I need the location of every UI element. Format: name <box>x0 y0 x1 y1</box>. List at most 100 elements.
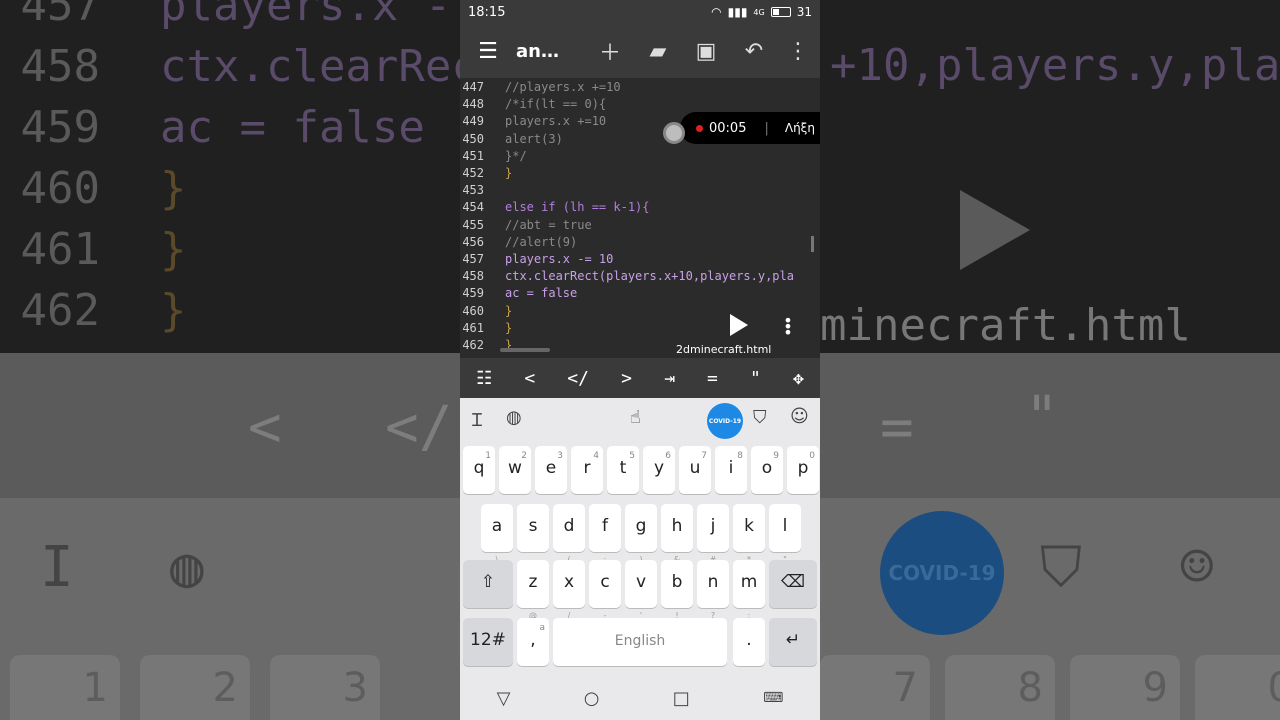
key-label: k <box>744 516 754 536</box>
symbols-key[interactable]: 12# <box>463 618 513 666</box>
letter-key[interactable]: z @ <box>517 560 549 620</box>
letter-key[interactable]: d( <box>553 504 585 564</box>
code-line: 447 //players.x +=10 <box>460 80 820 97</box>
symbol-bar: ☷ < </ > ⇥ = " ✥ <box>460 358 820 398</box>
background-key: 2 <box>140 655 250 720</box>
letter-key[interactable]: a\ <box>481 504 513 564</box>
letter-key[interactable]: w2 <box>499 446 531 494</box>
recorder-divider: | <box>764 120 769 136</box>
letter-key[interactable]: j# <box>697 504 729 564</box>
letter-key[interactable]: s_ <box>517 504 549 564</box>
letter-key[interactable]: e3 <box>535 446 567 494</box>
shift-key[interactable]: ⇧ <box>463 560 513 608</box>
letter-key[interactable]: v ' <box>625 560 657 620</box>
letter-key[interactable]: t5 <box>607 446 639 494</box>
symbol-key[interactable]: ⇥ <box>664 368 675 389</box>
letter-key[interactable]: c- <box>589 560 621 620</box>
letter-key[interactable]: y6 <box>643 446 675 494</box>
globe-icon[interactable]: ◍ <box>506 407 522 428</box>
home-icon[interactable]: ○ <box>584 688 600 709</box>
navigation-bar: ▽ ○ □ ⌨ <box>460 676 820 720</box>
letter-key[interactable]: h& <box>661 504 693 564</box>
key-label: f <box>602 516 608 536</box>
wifi-icon: ◠ <box>711 5 722 19</box>
letter-key[interactable]: b! <box>661 560 693 620</box>
file-title[interactable]: an… <box>516 41 586 62</box>
code-line: 455 //abt = true <box>460 218 820 235</box>
symbol-key[interactable]: = <box>707 368 718 389</box>
letter-key[interactable]: i8 <box>715 446 747 494</box>
letter-key[interactable]: m; <box>733 560 765 620</box>
move-cursor-icon[interactable]: ✥ <box>793 368 804 389</box>
run-play-icon[interactable] <box>730 314 748 336</box>
key-label: b <box>671 572 683 592</box>
key-label: e <box>545 458 557 478</box>
key-hint: 8 <box>737 451 743 461</box>
overflow-menu-icon[interactable]: ⋮ <box>778 39 818 64</box>
space-key[interactable]: English <box>553 618 727 666</box>
line-text: alert(3) <box>505 131 563 146</box>
app-toolbar: ☰ an… ＋ ▰ ▣ ↶ ⋮ <box>460 24 820 78</box>
code-line: 456 //alert(9) <box>460 235 820 252</box>
key-hint: 5 <box>629 451 635 461</box>
symbol-key[interactable]: </ <box>567 368 589 389</box>
symbol-key[interactable]: < <box>524 368 535 389</box>
line-number: 461 <box>462 320 484 335</box>
period-key[interactable]: . <box>733 618 765 666</box>
keyboard-switch-icon[interactable]: ⌨ <box>763 690 783 706</box>
backspace-key[interactable]: ⌫ <box>769 560 817 608</box>
theme-shirt-icon[interactable]: ⛉ <box>753 407 767 428</box>
enter-key[interactable]: ↵ <box>769 618 817 666</box>
letter-key[interactable]: o9 <box>751 446 783 494</box>
key-label: n <box>707 572 719 592</box>
letter-key[interactable]: k* <box>733 504 765 564</box>
letter-key[interactable]: f: <box>589 504 621 564</box>
line-number: 459 <box>462 286 484 301</box>
key-label: ⇧ <box>480 572 496 592</box>
comma-key[interactable]: ,a <box>517 618 549 666</box>
background-line-number: 457 <box>20 0 100 31</box>
symbol-key[interactable]: " <box>750 368 761 389</box>
key-label: x <box>563 572 575 592</box>
symbol-key[interactable]: > <box>621 368 632 389</box>
menu-icon[interactable]: ☰ <box>460 39 516 64</box>
letter-key[interactable]: g) <box>625 504 657 564</box>
line-number: 449 <box>462 114 484 129</box>
line-number: 448 <box>462 97 484 112</box>
letter-key[interactable]: p0 <box>787 446 819 494</box>
line-text: //players.x +=10 <box>505 80 621 94</box>
file-options-icon[interactable]: • • • <box>783 313 793 341</box>
letter-key[interactable]: x / <box>553 560 585 620</box>
key-label: a <box>491 516 503 536</box>
recents-icon[interactable]: □ <box>673 688 690 709</box>
key-label: English <box>614 633 666 649</box>
stop-recording-button[interactable]: Λήξη <box>785 121 815 135</box>
key-label: j <box>710 516 716 536</box>
text-cursor-icon[interactable]: Ɪ <box>472 408 482 432</box>
letter-key[interactable]: u7 <box>679 446 711 494</box>
background-line-number: 461 <box>20 224 100 275</box>
battery-icon <box>770 7 791 17</box>
letter-key[interactable]: l" <box>769 504 801 564</box>
vertical-scrollbar[interactable] <box>811 236 814 252</box>
key-label: d <box>563 516 575 536</box>
letter-key[interactable]: q1 <box>463 446 495 494</box>
code-line: 461} <box>460 321 820 338</box>
add-file-icon[interactable]: ＋ <box>586 35 634 67</box>
toggle-panel-icon[interactable]: ☷ <box>476 368 492 389</box>
save-icon[interactable]: ▣ <box>682 39 730 64</box>
line-number: 454 <box>462 200 484 215</box>
undo-icon[interactable]: ↶ <box>730 39 778 64</box>
back-icon[interactable]: ▽ <box>497 688 511 709</box>
horizontal-scrollbar[interactable] <box>500 348 550 352</box>
open-folder-icon[interactable]: ▰ <box>634 39 682 64</box>
touch-hand-icon[interactable]: ☝ <box>630 407 641 428</box>
letter-key[interactable]: n? <box>697 560 729 620</box>
background-line-number: 460 <box>20 163 100 214</box>
line-text: ctx.clearRect(players.x+10,players.y,pla <box>505 269 794 284</box>
background-key: 7 <box>820 655 930 720</box>
background-line-text: } <box>160 163 187 214</box>
emoji-smiley-icon[interactable]: ☺ <box>790 406 809 427</box>
key-label: m <box>740 572 758 592</box>
letter-key[interactable]: r4 <box>571 446 603 494</box>
